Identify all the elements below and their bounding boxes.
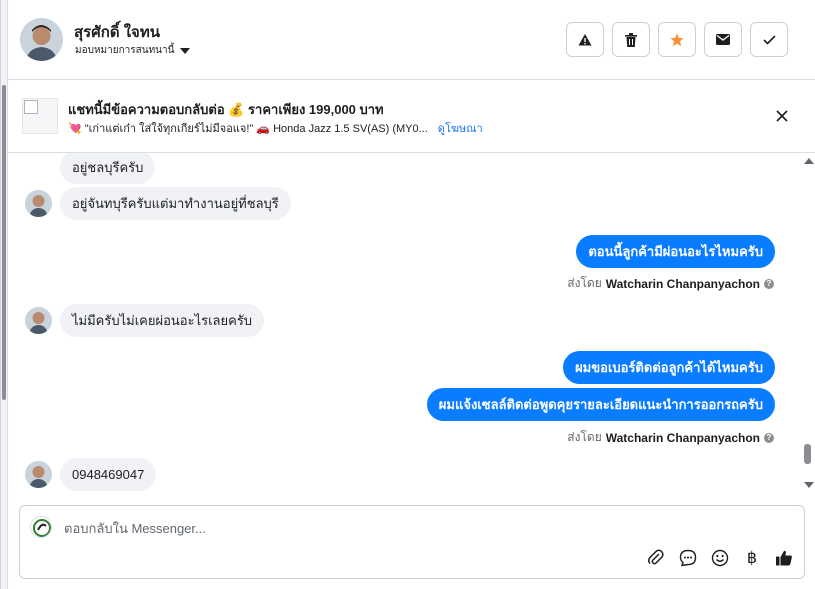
sent-by-prefix: ส่งโดย	[567, 430, 602, 444]
header-actions	[566, 22, 788, 57]
close-icon	[776, 110, 788, 122]
composer-tools: ฿	[646, 548, 794, 568]
contact-name: สุรศักดิ์ ใจทน	[74, 24, 160, 41]
delete-button[interactable]	[612, 22, 650, 57]
info-icon[interactable]: ?	[764, 278, 774, 289]
info-icon[interactable]: ?	[764, 432, 774, 443]
baht-icon: ฿	[746, 550, 758, 567]
sent-by-label: ส่งโดย Watcharin Chanpanyachon ?	[567, 274, 774, 293]
sent-by-label: ส่งโดย Watcharin Chanpanyachon ?	[567, 428, 774, 447]
message-incoming: ไม่มีครับไม่เคยผ่อนอะไรเลยครับ	[25, 304, 265, 337]
avatar[interactable]	[25, 307, 52, 334]
sent-by-prefix: ส่งโดย	[567, 276, 602, 290]
message-outgoing: ผมแจ้งเซลล์ติดต่อพูดคุยรายละเอียดแนะนำกา…	[426, 388, 775, 421]
trash-icon	[625, 32, 637, 47]
message-thread: อยู่ชลบุรีครับ อยู่จันทบุรีครับแต่มาทำงา…	[8, 153, 800, 493]
conversation-header: สุรศักดิ์ ใจทน มอบหมายการสนทนานี้	[8, 0, 815, 80]
left-scrollbar[interactable]	[1, 0, 8, 589]
saved-reply-icon	[679, 549, 697, 567]
contact-avatar[interactable]	[20, 18, 63, 61]
attach-button[interactable]	[646, 548, 666, 568]
payment-button[interactable]: ฿	[742, 548, 762, 568]
star-icon	[670, 33, 684, 46]
scroll-up-arrow[interactable]	[804, 158, 814, 164]
saved-replies-button[interactable]	[678, 548, 698, 568]
ad-subtitle-text: 💘 "เก่าแต่เก๋า ใส่ใจ้ทุกเกียร์ไม่มีจอแจ!…	[68, 123, 428, 135]
sent-by-agent[interactable]: Watcharin Chanpanyachon	[606, 277, 760, 291]
envelope-icon	[716, 34, 730, 45]
mark-done-button[interactable]	[750, 22, 788, 57]
message-bubble[interactable]: ตอนนี้ลูกค้ามีผ่อนอะไรไหมครับ	[576, 235, 775, 268]
page-avatar	[30, 516, 52, 538]
check-icon	[762, 34, 776, 45]
message-incoming: อยู่ชลบุรีครับ	[60, 153, 156, 184]
message-bubble[interactable]: ผมแจ้งเซลล์ติดต่อพูดคุยรายละเอียดแนะนำกา…	[426, 388, 775, 421]
left-scrollbar-thumb[interactable]	[2, 85, 6, 400]
scroll-down-arrow[interactable]	[804, 482, 814, 488]
star-button[interactable]	[658, 22, 696, 57]
message-bubble[interactable]: อยู่ชลบุรีครับ	[60, 153, 156, 184]
assign-conversation-dropdown[interactable]: มอบหมายการสนทนานี้	[75, 43, 191, 58]
ad-subtitle: 💘 "เก่าแต่เก๋า ใส่ใจ้ทุกเกียร์ไม่มีจอแจ!…	[68, 119, 483, 137]
assign-label: มอบหมายการสนทนานี้	[75, 45, 175, 56]
conversation-panel: สุรศักดิ์ ใจทน มอบหมายการสนทนานี้ แชทนี้…	[0, 0, 815, 589]
message-bubble[interactable]: ผมขอเบอร์ติดต่อลูกค้าได้ไหมครับ	[563, 351, 775, 384]
message-bubble[interactable]: ไม่มีครับไม่เคยผ่อนอะไรเลยครับ	[60, 304, 265, 337]
message-outgoing: ผมขอเบอร์ติดต่อลูกค้าได้ไหมครับ	[563, 351, 775, 384]
avatar[interactable]	[25, 190, 52, 217]
emoji-button[interactable]	[710, 548, 730, 568]
ad-context-banner: แชทนี้มีข้อความตอบกลับต่อ 💰 ราคาเพียง 19…	[8, 81, 815, 153]
view-ad-link[interactable]: ดูโฆษณา	[438, 119, 483, 137]
reply-composer: ฿	[19, 505, 805, 579]
emoji-icon	[711, 549, 729, 567]
paperclip-icon	[648, 549, 664, 565]
scrollbar-thumb[interactable]	[804, 444, 811, 464]
sent-by-agent[interactable]: Watcharin Chanpanyachon	[606, 431, 760, 445]
avatar[interactable]	[25, 461, 52, 488]
reply-input[interactable]	[64, 518, 664, 538]
mark-unread-button[interactable]	[704, 22, 742, 57]
like-button[interactable]	[774, 548, 794, 568]
message-bubble[interactable]: 0948469047	[60, 458, 157, 491]
message-incoming: 0948469047	[25, 458, 157, 491]
broken-image-icon	[24, 100, 38, 114]
close-banner-button[interactable]	[774, 108, 790, 124]
thread-scrollbar[interactable]	[800, 153, 815, 493]
report-spam-button[interactable]	[566, 22, 604, 57]
warning-icon	[578, 33, 592, 45]
message-outgoing: ตอนนี้ลูกค้ามีผ่อนอะไรไหมครับ	[576, 235, 775, 268]
ad-title: แชทนี้มีข้อความตอบกลับต่อ 💰 ราคาเพียง 19…	[68, 102, 384, 117]
message-bubble[interactable]: อยู่จันทบุรีครับแต่มาทำงานอยู่ที่ชลบุรี	[60, 187, 291, 220]
chevron-down-icon	[180, 47, 191, 54]
message-incoming: อยู่จันทบุรีครับแต่มาทำงานอยู่ที่ชลบุรี	[25, 187, 291, 220]
ad-thumbnail[interactable]	[22, 98, 58, 134]
thumbs-up-icon	[776, 550, 792, 566]
